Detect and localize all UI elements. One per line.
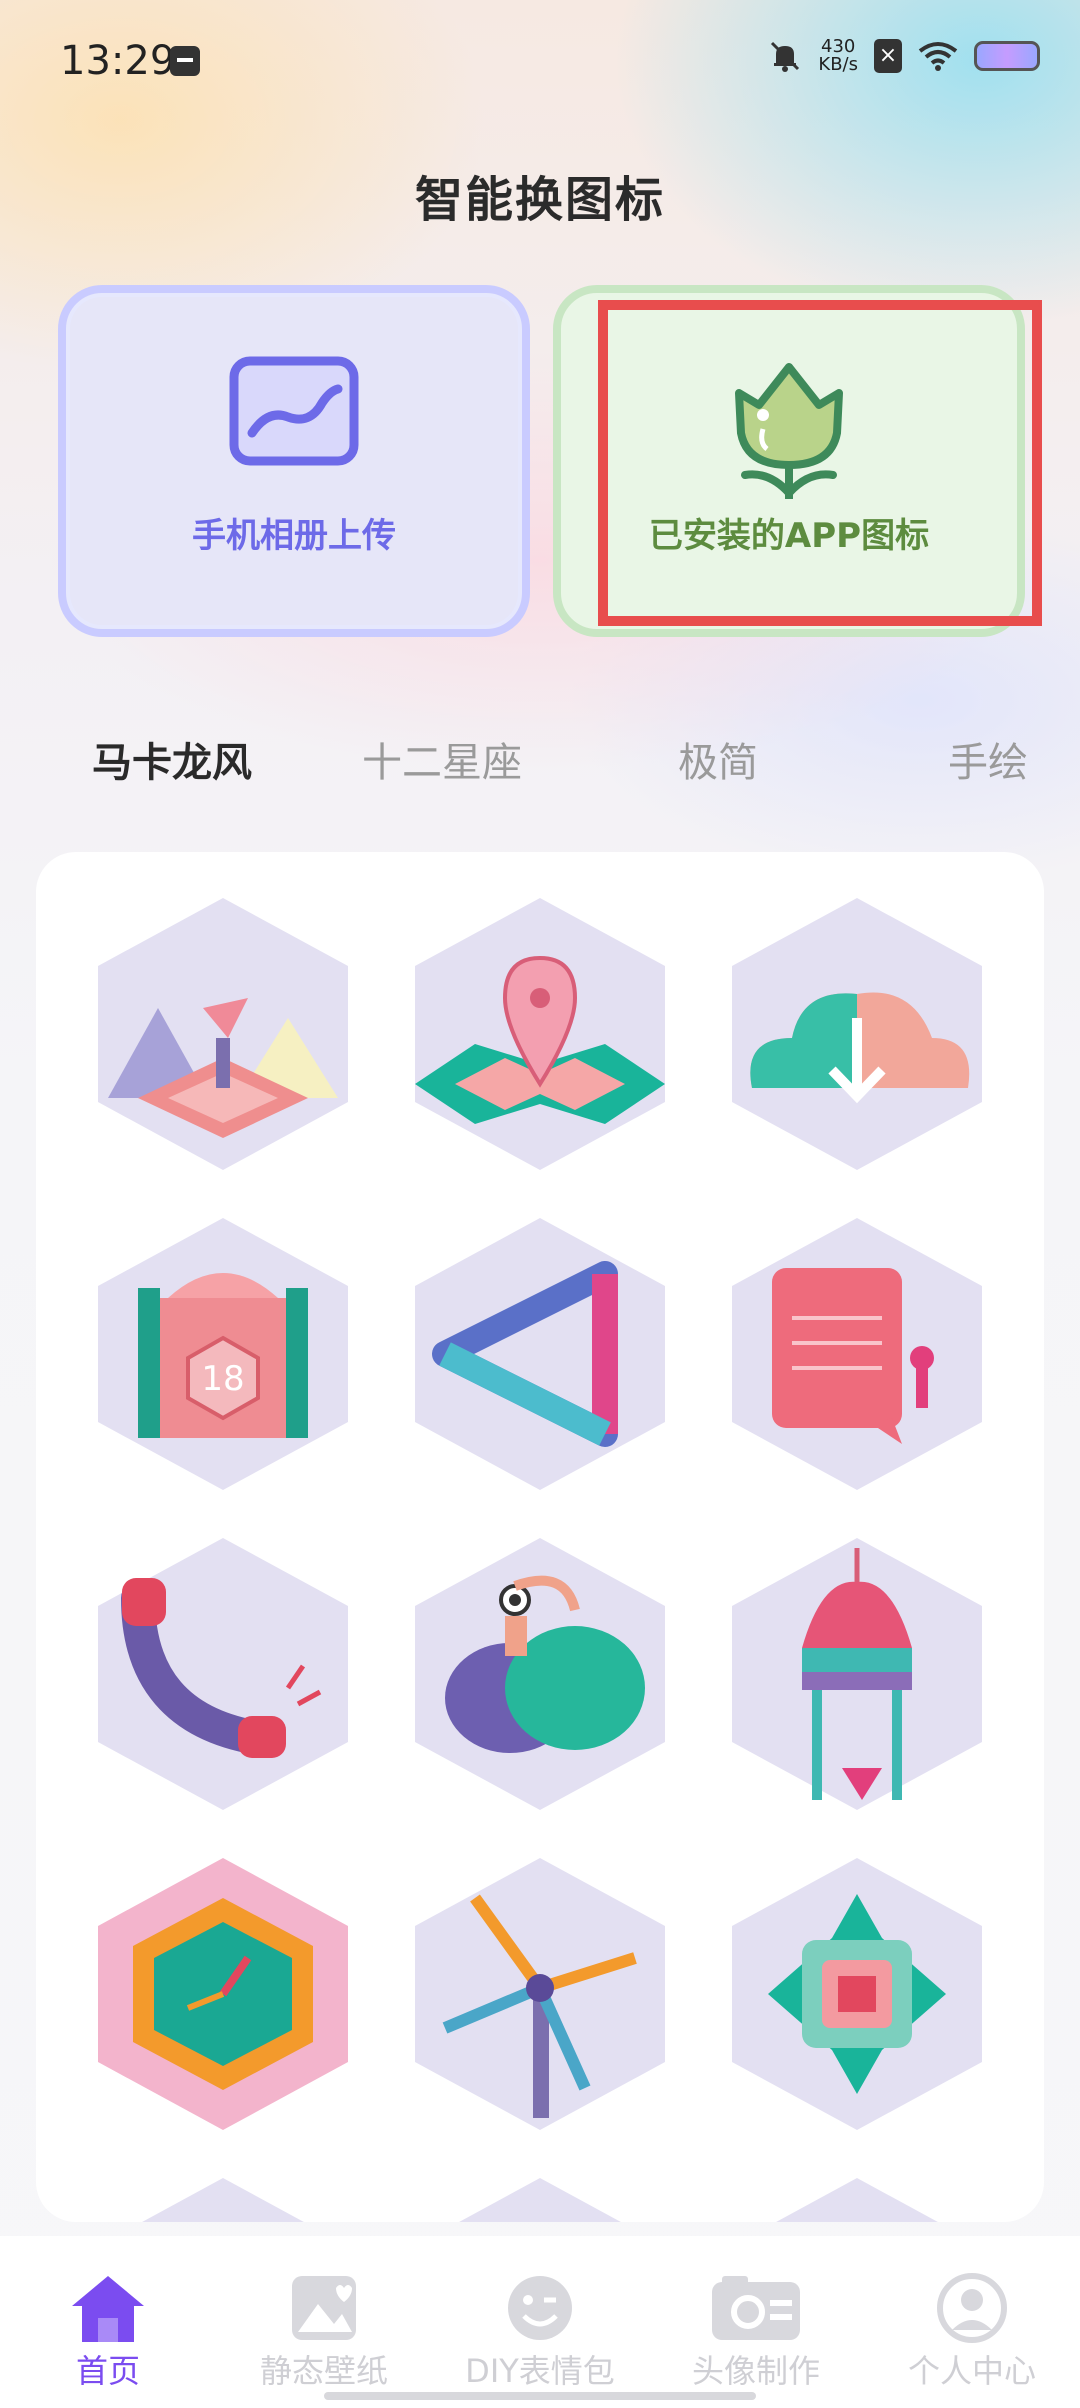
map-pin-icon [415, 955, 665, 1124]
nav-avatar-maker[interactable]: 头像制作 [648, 2236, 864, 2408]
icon-tile[interactable] [98, 1858, 348, 2130]
nav-static-wallpaper[interactable]: 静态壁纸 [216, 2236, 432, 2408]
upload-from-album-card[interactable]: 手机相册上传 [58, 285, 530, 637]
nav-static-wallpaper-label: 静态壁纸 [259, 2352, 388, 2390]
nav-profile[interactable]: 个人中心 [864, 2236, 1080, 2408]
gallery-image-icon [229, 356, 359, 466]
icon-tile[interactable] [415, 1218, 665, 1490]
sd-card-icon [170, 46, 200, 76]
status-bar: 13:29 430 KB/s × [0, 0, 1080, 120]
icon-tile[interactable]: 18 [98, 1218, 348, 1490]
selection-highlight-box [598, 300, 1042, 626]
icon-tile[interactable] [732, 1538, 982, 1810]
icon-tile[interactable] [732, 898, 982, 1170]
emoji-face-icon [508, 2276, 572, 2340]
gesture-home-bar[interactable] [324, 2392, 756, 2400]
icon-tile[interactable] [732, 1218, 982, 1490]
sim-x-icon: × [874, 39, 902, 73]
tab-zodiac[interactable]: 十二星座 [362, 730, 522, 788]
user-icon [937, 2273, 1007, 2343]
home-icon [72, 2276, 144, 2342]
mountain-totem-icon [108, 998, 338, 1138]
wifi-icon [918, 42, 958, 71]
icon-tile[interactable] [98, 1538, 348, 1810]
icon-grid-panel: 18 [36, 852, 1044, 2222]
calendar-gate-icon: 18 [138, 1273, 308, 1438]
icon-tile[interactable] [415, 1538, 665, 1810]
nav-home-label: 首页 [75, 2352, 140, 2390]
mute-bell-icon [771, 41, 800, 72]
triangle-play-icon [432, 1261, 618, 1447]
bottom-navigation: 首页 静态壁纸 DIY表情包 头像制作 个人中心 [0, 2236, 1080, 2408]
battery-icon [974, 41, 1040, 71]
clock-icon [133, 1898, 313, 2090]
phone-icon [121, 1578, 322, 1758]
tab-minimal[interactable]: 极简 [678, 730, 758, 788]
nav-diy-emoji[interactable]: DIY表情包 [432, 2236, 648, 2408]
message-note-icon [772, 1268, 934, 1444]
status-right: 430 KB/s × [768, 38, 1040, 74]
icon-tile[interactable] [415, 1858, 665, 2130]
nav-profile-label: 个人中心 [907, 2352, 1036, 2390]
camera-icon [712, 2276, 800, 2340]
tower-icon [802, 1548, 912, 1800]
net-speed: 430 KB/s [818, 38, 858, 74]
upload-from-album-label: 手机相册上传 [192, 516, 396, 556]
cloud-download-icon [750, 992, 970, 1104]
chat-bubbles-icon [445, 1575, 645, 1753]
icon-tile[interactable] [415, 898, 665, 1170]
icon-tile[interactable] [98, 898, 348, 1170]
nav-home[interactable]: 首页 [0, 2236, 216, 2408]
tab-macaron[interactable]: 马卡龙风 [92, 730, 252, 788]
tab-handdrawn[interactable]: 手绘 [948, 730, 1028, 788]
icon-grid: 18 [36, 852, 1044, 2222]
nav-avatar-maker-label: 头像制作 [691, 2352, 820, 2390]
page-title: 智能换图标 [414, 172, 665, 228]
style-tabs: 马卡龙风 十二星座 极简 手绘 [0, 730, 1080, 800]
wallpaper-icon [292, 2276, 356, 2340]
net-speed-unit: KB/s [818, 54, 858, 75]
windmill-icon [442, 1894, 637, 2118]
nav-diy-emoji-label: DIY表情包 [465, 2352, 615, 2390]
square-frame-icon [768, 1894, 946, 2094]
icon-tile[interactable] [732, 2178, 982, 2222]
svg-text:18: 18 [201, 1359, 244, 1399]
icon-tile[interactable] [415, 2178, 665, 2222]
icon-tile[interactable] [98, 2178, 348, 2222]
icon-tile[interactable] [732, 1858, 982, 2130]
status-time: 13:29 [60, 38, 176, 84]
